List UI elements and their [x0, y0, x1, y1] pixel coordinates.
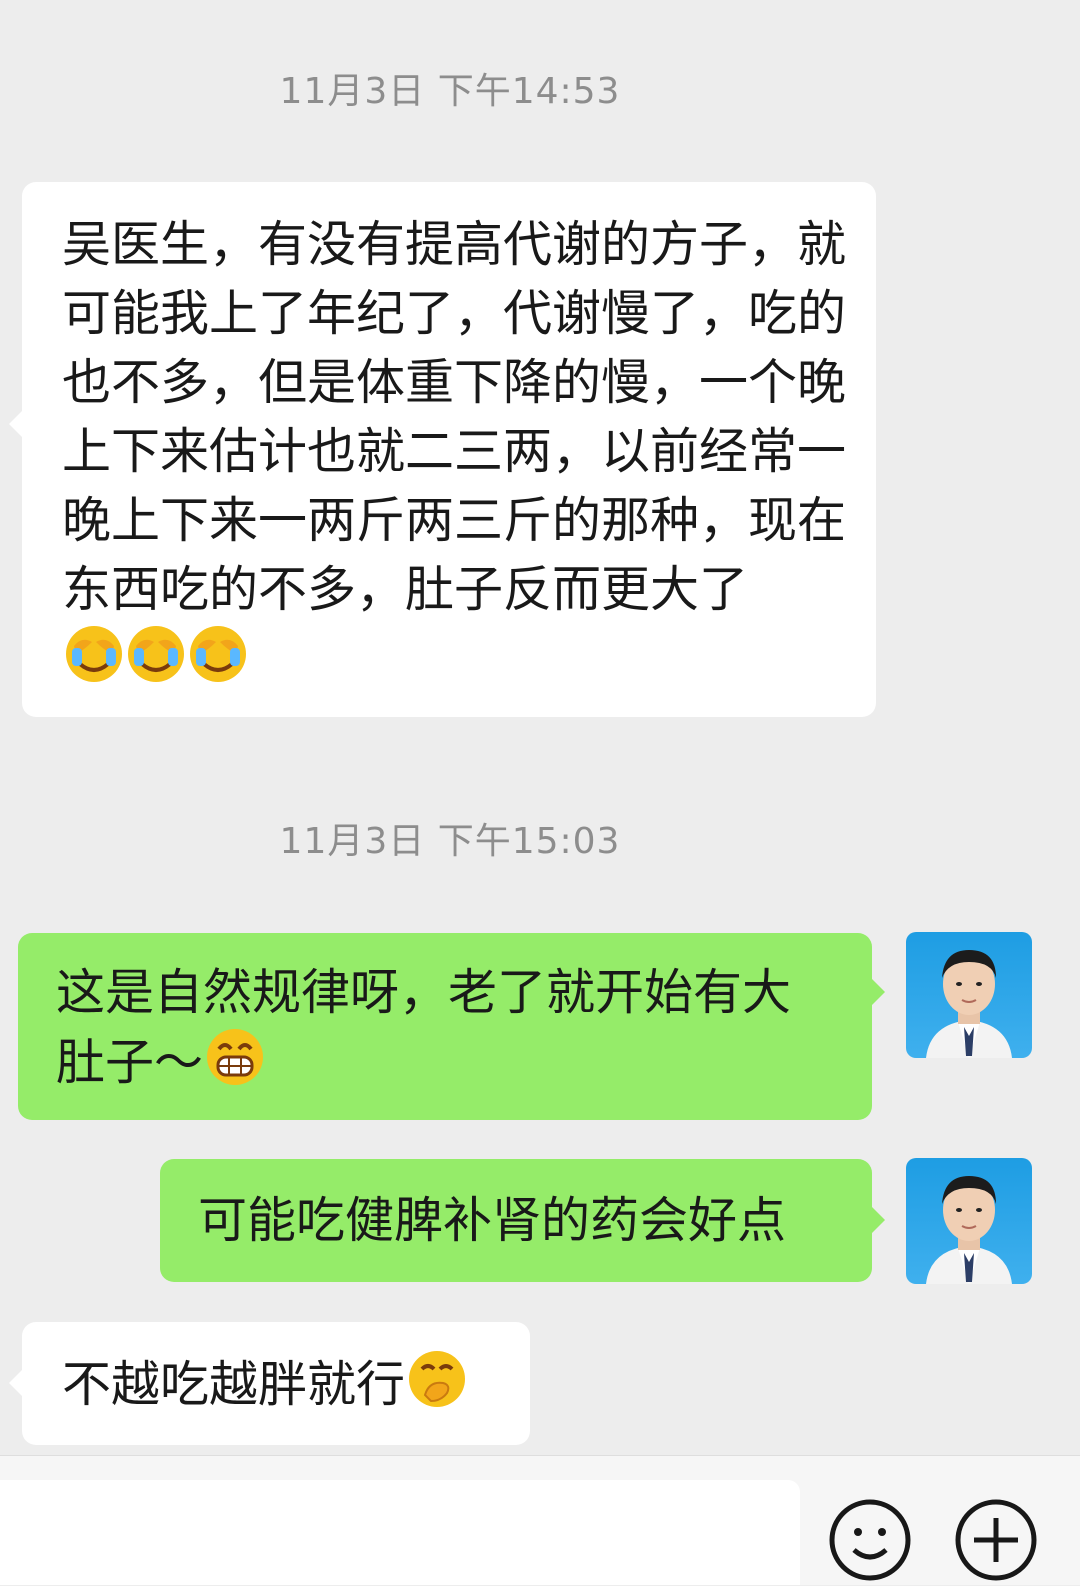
message-text: 不越吃越胖就行	[62, 1356, 406, 1413]
message-bubble-outgoing[interactable]: 这是自然规律呀，老了就开始有大肚子～	[18, 933, 885, 1120]
thinking-hand-over-mouth-emoji	[407, 1349, 467, 1427]
emoji-face-icon[interactable]	[828, 1498, 912, 1586]
message-bubble-outgoing[interactable]: 可能吃健脾补肾的药会好点	[160, 1159, 885, 1282]
face-covering-eyes-crying-emoji	[64, 624, 250, 702]
grinning-emoji	[205, 1027, 265, 1105]
avatar[interactable]	[906, 1158, 1032, 1284]
input-bar	[0, 1455, 1080, 1585]
avatar[interactable]	[906, 932, 1032, 1058]
timestamp: 11月3日 下午14:53	[279, 71, 621, 112]
message-bubble-incoming[interactable]: 吴医生，有没有提高代谢的方子，就可能我上了年纪了，代谢慢了，吃的也不多，但是体重…	[9, 182, 876, 717]
chat-area: 11月3日 下午14:53 吴医生，有没有提高代谢的方子，就可能我上了年纪了，代…	[0, 0, 1080, 1470]
message-text: 这是自然规律呀，老了就开始有大肚子～	[56, 964, 792, 1091]
message-text: 可能吃健脾补肾的药会好点	[198, 1192, 787, 1249]
message-bubble-incoming[interactable]: 不越吃越胖就行	[9, 1322, 530, 1445]
plus-icon[interactable]	[954, 1498, 1038, 1586]
message-text: 吴医生，有没有提高代谢的方子，就可能我上了年纪了，代谢慢了，吃的也不多，但是体重…	[62, 216, 847, 618]
message-input[interactable]	[0, 1480, 800, 1585]
timestamp: 11月3日 下午15:03	[279, 821, 621, 862]
